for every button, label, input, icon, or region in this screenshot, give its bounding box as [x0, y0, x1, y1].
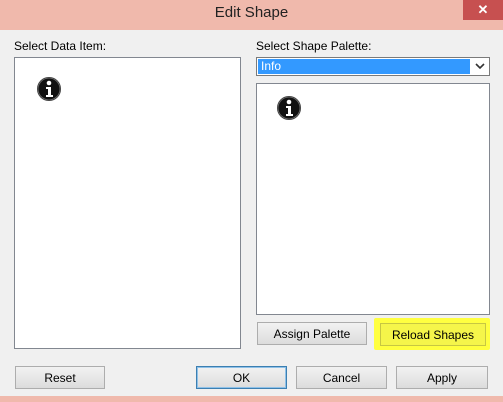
shape-palette-list[interactable] [256, 83, 490, 315]
select-data-item-label: Select Data Item: [14, 39, 107, 53]
reload-shapes-button[interactable]: Reload Shapes [380, 323, 486, 346]
assign-palette-button[interactable]: Assign Palette [257, 322, 367, 345]
close-button[interactable]: ✕ [463, 0, 503, 20]
shape-palette-dropdown[interactable]: Info [256, 57, 490, 76]
window-title: Edit Shape [214, 4, 289, 21]
info-icon[interactable] [36, 76, 62, 102]
reset-button[interactable]: Reset [15, 366, 105, 389]
window-frame-bottom [0, 396, 503, 402]
edit-shape-dialog: Edit Shape ✕ Select Data Item: Select Sh… [0, 0, 503, 402]
ok-button[interactable]: OK [196, 366, 287, 389]
data-item-list[interactable] [14, 57, 241, 349]
cancel-button[interactable]: Cancel [296, 366, 387, 389]
apply-button[interactable]: Apply [396, 366, 488, 389]
info-icon[interactable] [276, 95, 302, 121]
close-icon: ✕ [477, 2, 489, 17]
title-bar[interactable]: Edit Shape ✕ [0, 0, 503, 30]
palette-selected-value: Info [258, 59, 470, 74]
select-shape-palette-label: Select Shape Palette: [256, 39, 372, 53]
chevron-down-icon[interactable] [473, 60, 487, 73]
